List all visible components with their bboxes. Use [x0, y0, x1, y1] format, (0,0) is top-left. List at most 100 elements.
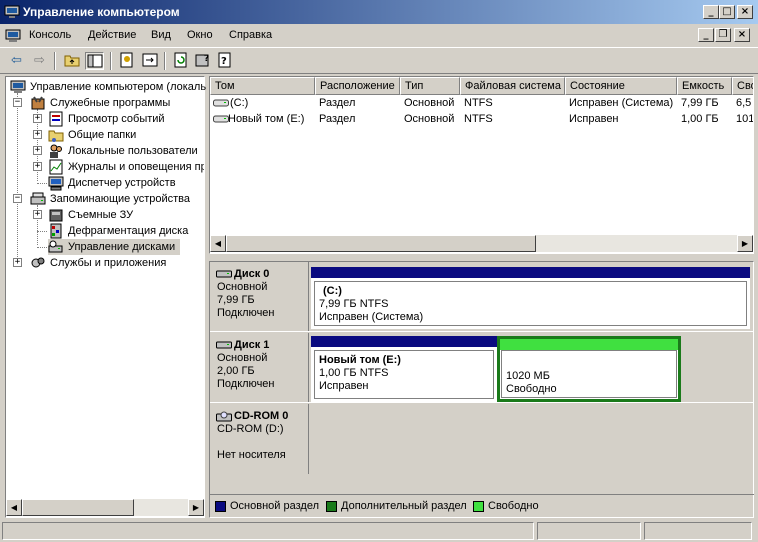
menu-console[interactable]: Консоль — [29, 29, 71, 41]
tree-item-performance-logs[interactable]: Журналы и оповещения пр — [48, 159, 204, 175]
partition-e[interactable]: Новый том (E:) 1,00 ГБ NTFS Исправен — [311, 336, 497, 402]
disk-type: Основной — [217, 281, 268, 293]
tree-item-shared-folders[interactable]: Общие папки — [48, 127, 204, 143]
disk-icon — [216, 270, 232, 278]
properties-icon[interactable] — [117, 52, 136, 70]
menu-window[interactable]: Окно — [187, 29, 213, 41]
forward-arrow-icon[interactable]: ⇨ — [30, 52, 49, 70]
column-header-type[interactable]: Тип — [400, 77, 460, 95]
tree-root[interactable]: Управление компьютером (локаль — [10, 79, 207, 95]
primary-partition-bar — [311, 267, 750, 278]
child-restore-button[interactable]: ❐ — [715, 28, 731, 42]
collapse-toggle[interactable]: − — [13, 194, 22, 203]
partition-status: Исправен — [319, 380, 369, 392]
child-close-button[interactable]: × — [734, 28, 750, 42]
disk-row[interactable]: Диск 1 Основной 2,00 ГБ Подключен Новый … — [210, 333, 753, 403]
scrollbar-thumb[interactable] — [22, 499, 134, 516]
expand-toggle[interactable]: + — [33, 114, 42, 123]
disk-type: Основной — [217, 352, 268, 364]
menu-help[interactable]: Справка — [229, 29, 272, 41]
volume-list[interactable]: Том Расположение Тип Файловая система Со… — [209, 76, 754, 254]
column-header-free[interactable]: Сво — [732, 77, 753, 95]
menu-action[interactable]: Действие — [88, 29, 136, 41]
disk-name: Диск 1 — [234, 339, 270, 351]
back-arrow-icon[interactable]: ⇦ — [7, 52, 26, 70]
minimize-button[interactable]: _ — [703, 5, 719, 19]
disk-state: Подключен — [217, 378, 275, 390]
help-topics-icon[interactable]: ? — [215, 52, 234, 70]
tree-item-storage[interactable]: Запоминающие устройства — [30, 191, 204, 207]
tree-item-label: Просмотр событий — [68, 113, 165, 125]
expand-toggle[interactable]: + — [33, 130, 42, 139]
legend-swatch-extended — [326, 501, 337, 512]
partition-title: (C:) — [323, 285, 342, 297]
disk-graphical-view[interactable]: Диск 0 Основной 7,99 ГБ Подключен (C:) 7… — [209, 261, 754, 518]
table-row[interactable]: (C:) Раздел Основной NTFS Исправен (Сист… — [210, 95, 753, 111]
scroll-right-button[interactable]: ▶ — [188, 499, 204, 516]
help-icon[interactable]: ? — [193, 52, 212, 70]
tree-item-defrag[interactable]: Дефрагментация диска — [48, 223, 204, 239]
volume-list-horizontal-scrollbar[interactable]: ◀ ▶ — [210, 235, 753, 252]
tree-item-event-viewer[interactable]: Просмотр событий — [48, 111, 204, 127]
tree-item-disk-management[interactable]: Управление дисками — [48, 239, 180, 255]
toolbar-separator — [164, 52, 166, 70]
tree-root-label: Управление компьютером (локаль — [30, 81, 207, 93]
users-icon — [50, 144, 62, 158]
device-manager-icon — [48, 176, 64, 191]
disk-info[interactable]: Диск 1 Основной 2,00 ГБ Подключен — [210, 333, 309, 402]
cell-file-system: NTFS — [464, 97, 493, 109]
disk-size — [217, 436, 308, 449]
tree-item-label: Журналы и оповещения пр — [68, 161, 204, 173]
close-button[interactable]: × — [737, 5, 753, 19]
console-app-icon[interactable] — [5, 28, 21, 44]
scroll-left-button[interactable]: ◀ — [210, 235, 226, 252]
tree-line — [37, 183, 47, 184]
tree-item-device-manager[interactable]: Диспетчер устройств — [48, 175, 204, 191]
refresh-icon[interactable] — [171, 52, 190, 70]
disk-state: Подключен — [217, 307, 275, 319]
tree-item-removable-storage[interactable]: Съемные ЗУ — [48, 207, 204, 223]
expand-toggle[interactable]: + — [13, 258, 22, 267]
cell-capacity: 7,99 ГБ — [681, 97, 719, 109]
console-tree[interactable]: Управление компьютером (локаль − Служебн… — [5, 76, 207, 518]
show-hide-tree-icon[interactable] — [85, 52, 104, 70]
tree-item-system-tools[interactable]: Служебные программы — [30, 95, 204, 111]
expand-toggle[interactable]: + — [33, 146, 42, 155]
menu-view[interactable]: Вид — [151, 29, 171, 41]
column-header-capacity[interactable]: Емкость — [677, 77, 732, 95]
drive-icon — [213, 115, 229, 123]
tree-item-label: Службы и приложения — [50, 257, 167, 269]
expand-toggle[interactable]: + — [33, 210, 42, 219]
partition-size: 1020 МБ — [506, 370, 550, 382]
disk-row[interactable]: Диск 0 Основной 7,99 ГБ Подключен (C:) 7… — [210, 262, 753, 332]
cdrom-icon — [216, 411, 232, 422]
partition-c[interactable]: (C:) 7,99 ГБ NTFS Исправен (Система) — [311, 267, 750, 329]
status-bar — [0, 520, 758, 542]
collapse-toggle[interactable]: − — [13, 98, 22, 107]
scroll-left-button[interactable]: ◀ — [6, 499, 22, 516]
tree-item-local-users[interactable]: Локальные пользователи — [48, 143, 204, 159]
maximize-button[interactable]: □ — [719, 5, 735, 19]
column-header-status[interactable]: Состояние — [565, 77, 677, 95]
column-header-layout[interactable]: Расположение — [315, 77, 400, 95]
scroll-right-button[interactable]: ▶ — [737, 235, 753, 252]
expand-toggle[interactable]: + — [33, 162, 42, 171]
status-pane — [644, 522, 752, 540]
tree-item-services-apps[interactable]: Службы и приложения — [30, 255, 204, 271]
table-row[interactable]: Новый том (E:) Раздел Основной NTFS Испр… — [210, 111, 753, 127]
disk-icon — [216, 341, 232, 349]
export-list-icon[interactable] — [140, 52, 159, 70]
title-bar[interactable]: Управление компьютером _ □ × — [0, 0, 758, 24]
column-header-volume[interactable]: Том — [210, 77, 315, 95]
up-folder-icon[interactable] — [62, 52, 81, 70]
scrollbar-thumb[interactable] — [226, 235, 536, 252]
child-minimize-button[interactable]: _ — [698, 28, 714, 42]
disk-info[interactable]: Диск 0 Основной 7,99 ГБ Подключен — [210, 262, 309, 331]
disk-state: Нет носителя — [217, 449, 286, 461]
disk-name: CD-ROM 0 — [234, 410, 289, 422]
unallocated-space[interactable]: 1020 МБ Свободно — [497, 336, 681, 402]
disk-row[interactable]: CD-ROM 0 CD-ROM (D:) Нет носителя — [210, 404, 753, 474]
column-header-file-system[interactable]: Файловая система — [460, 77, 565, 95]
disk-info[interactable]: CD-ROM 0 CD-ROM (D:) Нет носителя — [210, 404, 309, 474]
tree-horizontal-scrollbar[interactable]: ◀ ▶ — [6, 499, 204, 516]
